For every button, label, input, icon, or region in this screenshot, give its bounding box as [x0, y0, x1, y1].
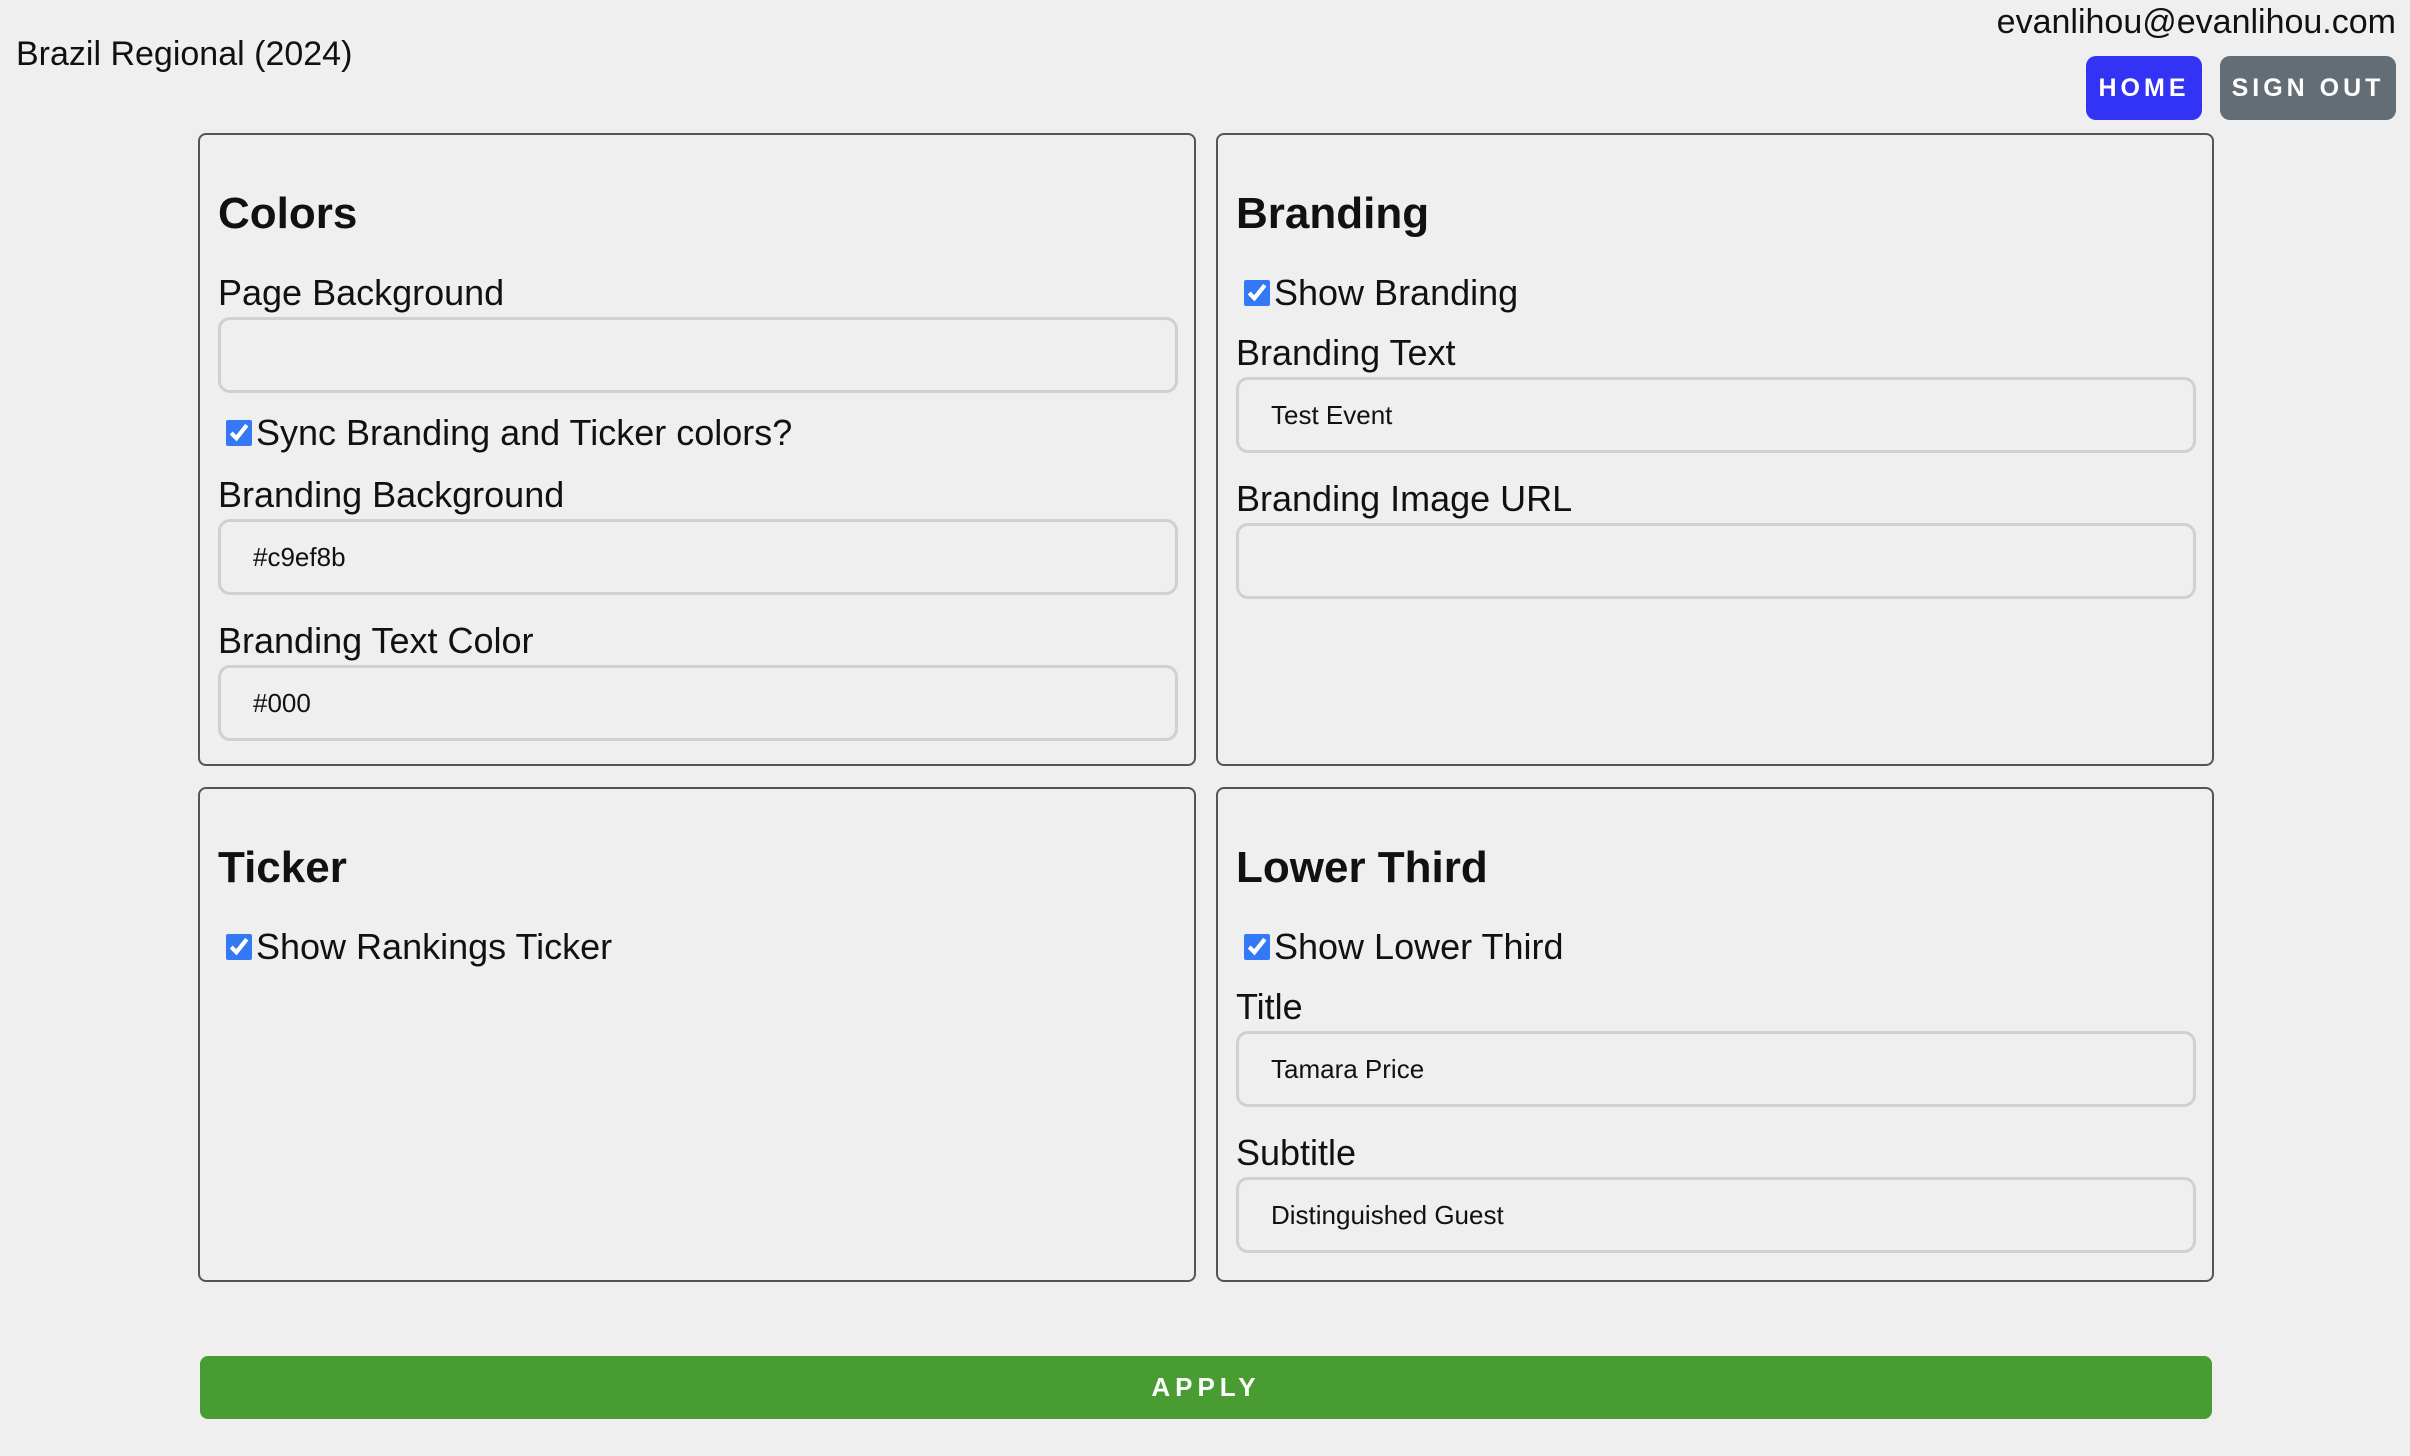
branding-text-color-label: Branding Text Color: [218, 620, 534, 661]
branding-panel-title: Branding: [1236, 189, 1430, 238]
show-lower-third-row[interactable]: Show Lower Third: [1236, 927, 2194, 967]
lower-third-panel-title: Lower Third: [1236, 843, 1488, 892]
show-lower-third-label: Show Lower Third: [1274, 926, 1564, 967]
lower-third-subtitle-label: Subtitle: [1236, 1132, 1357, 1173]
show-branding-label: Show Branding: [1274, 272, 1519, 313]
branding-text-label: Branding Text: [1236, 332, 1456, 373]
ticker-panel: Ticker Show Rankings Ticker: [198, 787, 1196, 1282]
branding-text-input[interactable]: [1236, 377, 2196, 453]
event-title: Brazil Regional (2024): [16, 35, 353, 73]
branding-image-url-label: Branding Image URL: [1236, 478, 1573, 519]
sign-out-button[interactable]: SIGN OUT: [2220, 56, 2396, 120]
lower-third-title-label: Title: [1236, 986, 1303, 1027]
branding-text-color-input[interactable]: [218, 665, 1178, 741]
lower-third-panel: Lower Third Show Lower Third Title Subti…: [1216, 787, 2214, 1282]
colors-panel-title: Colors: [218, 189, 358, 238]
branding-background-input[interactable]: [218, 519, 1178, 595]
show-lower-third-checkbox[interactable]: [1244, 934, 1270, 960]
lower-third-subtitle-input[interactable]: [1236, 1177, 2196, 1253]
page-background-label: Page Background: [218, 272, 505, 313]
sync-colors-row[interactable]: Sync Branding and Ticker colors?: [218, 413, 1176, 453]
show-branding-checkbox[interactable]: [1244, 280, 1270, 306]
colors-panel: Colors Page Background Sync Branding and…: [198, 133, 1196, 766]
show-branding-row[interactable]: Show Branding: [1236, 273, 2194, 313]
branding-panel: Branding Show Branding Branding Text Bra…: [1216, 133, 2214, 766]
ticker-panel-title: Ticker: [218, 843, 347, 892]
lower-third-title-input[interactable]: [1236, 1031, 2196, 1107]
home-button[interactable]: HOME: [2086, 56, 2202, 120]
show-ticker-label: Show Rankings Ticker: [256, 926, 613, 967]
sync-colors-label: Sync Branding and Ticker colors?: [256, 412, 793, 453]
page-background-input[interactable]: [218, 317, 1178, 393]
apply-button[interactable]: APPLY: [200, 1356, 2212, 1419]
show-ticker-checkbox[interactable]: [226, 934, 252, 960]
show-ticker-row[interactable]: Show Rankings Ticker: [218, 927, 1176, 967]
sync-colors-checkbox[interactable]: [226, 420, 252, 446]
branding-background-label: Branding Background: [218, 474, 565, 515]
branding-image-url-input[interactable]: [1236, 523, 2196, 599]
user-email: evanlihou@evanlihou.com: [1996, 3, 2396, 41]
